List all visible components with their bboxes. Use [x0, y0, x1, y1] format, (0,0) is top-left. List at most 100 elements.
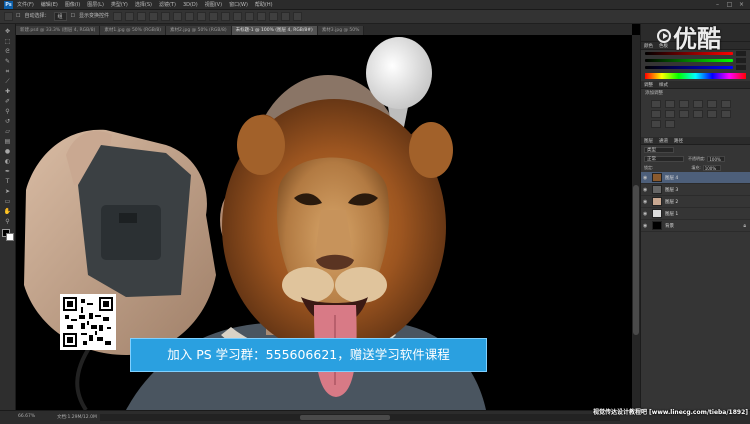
- quick-select-tool-icon[interactable]: ✎: [3, 58, 13, 65]
- marquee-tool-icon[interactable]: ⬚: [3, 38, 13, 45]
- align-middle-icon[interactable]: [125, 12, 135, 21]
- photo-filter-icon[interactable]: [679, 110, 689, 118]
- menu-edit[interactable]: 编辑(E): [41, 1, 58, 8]
- channel-mixer-icon[interactable]: [693, 110, 703, 118]
- black-white-icon[interactable]: [665, 110, 675, 118]
- distribute-right-icon[interactable]: [245, 12, 255, 21]
- blend-mode-select[interactable]: 正常: [644, 155, 684, 162]
- eye-icon[interactable]: ◉: [643, 211, 649, 217]
- layer-kind-filter[interactable]: 类型: [644, 146, 674, 153]
- layer-row[interactable]: ◉ 图层 4: [641, 172, 750, 184]
- hand-tool-icon[interactable]: ✋: [3, 208, 13, 215]
- 3d-mode-icon[interactable]: [269, 12, 279, 21]
- blur-tool-icon[interactable]: ●: [3, 148, 13, 155]
- vertical-scroll-thumb[interactable]: [633, 185, 639, 335]
- exposure-icon[interactable]: [693, 100, 703, 108]
- menu-image[interactable]: 图像(I): [65, 1, 80, 8]
- 3d-rotate-icon[interactable]: [281, 12, 291, 21]
- crop-tool-icon[interactable]: ⌗: [3, 68, 13, 75]
- brightness-contrast-icon[interactable]: [651, 100, 661, 108]
- layer-row[interactable]: ◉ 图层 1: [641, 208, 750, 220]
- posterize-icon[interactable]: [721, 110, 731, 118]
- color-spectrum-bar[interactable]: [645, 73, 746, 79]
- distribute-left-icon[interactable]: [221, 12, 231, 21]
- menu-file[interactable]: 文件(F): [17, 1, 34, 8]
- tab-document-2[interactable]: 素材1.jpg @ 50% (RGB/8): [100, 26, 166, 35]
- align-bottom-icon[interactable]: [137, 12, 147, 21]
- close-button[interactable]: ×: [737, 1, 746, 9]
- type-tool-icon[interactable]: T: [3, 178, 13, 185]
- levels-icon[interactable]: [665, 100, 675, 108]
- eyedropper-tool-icon[interactable]: ⟋: [3, 78, 13, 85]
- tab-layers[interactable]: 图层: [644, 138, 653, 144]
- menu-type[interactable]: 类型(Y): [111, 1, 128, 8]
- tab-document-active[interactable]: 未标题-1 @ 100% (图层 4, RGB/8#): [231, 26, 318, 35]
- tab-document-3[interactable]: 素材2.jpg @ 50% (RGB/8): [165, 26, 232, 35]
- distribute-top-icon[interactable]: [185, 12, 195, 21]
- tab-document-1[interactable]: 新建.psd @ 33.3% (图层 4, RGB/8): [16, 26, 101, 35]
- align-top-icon[interactable]: [113, 12, 123, 21]
- green-slider[interactable]: [641, 57, 750, 64]
- tab-color[interactable]: 颜色: [644, 43, 653, 49]
- menu-3d[interactable]: 3D(D): [183, 2, 198, 8]
- threshold-icon[interactable]: [651, 120, 661, 128]
- auto-select-checkbox[interactable]: ☐: [16, 12, 20, 21]
- dodge-tool-icon[interactable]: ◐: [3, 158, 13, 165]
- blue-slider[interactable]: [641, 64, 750, 71]
- zoom-tool-icon[interactable]: ⚲: [3, 218, 13, 225]
- vibrance-icon[interactable]: [707, 100, 717, 108]
- distribute-bottom-icon[interactable]: [209, 12, 219, 21]
- auto-select-dropdown[interactable]: 组: [53, 12, 67, 21]
- shape-tool-icon[interactable]: ▭: [3, 198, 13, 205]
- minimize-button[interactable]: –: [713, 1, 722, 9]
- tab-adjustments[interactable]: 调整: [644, 82, 653, 88]
- lasso-tool-icon[interactable]: ᘓ: [3, 48, 13, 55]
- move-tool-icon[interactable]: ✥: [3, 28, 13, 35]
- opacity-input[interactable]: 100%: [707, 155, 726, 162]
- move-tool-preset-icon[interactable]: [4, 12, 13, 21]
- align-right-icon[interactable]: [173, 12, 183, 21]
- vertical-scrollbar[interactable]: [632, 35, 640, 410]
- healing-brush-tool-icon[interactable]: ✚: [3, 88, 13, 95]
- menu-select[interactable]: 选择(S): [135, 1, 152, 8]
- layer-row[interactable]: ◉ 背景 🔒︎: [641, 220, 750, 232]
- invert-icon[interactable]: [707, 110, 717, 118]
- menu-view[interactable]: 视图(V): [205, 1, 222, 8]
- clone-stamp-tool-icon[interactable]: ⚲: [3, 108, 13, 115]
- color-balance-icon[interactable]: [651, 110, 661, 118]
- eye-icon[interactable]: ◉: [643, 199, 649, 205]
- color-swatches[interactable]: [1, 229, 14, 241]
- background-color-swatch[interactable]: [5, 233, 14, 241]
- zoom-level[interactable]: 66.67%: [18, 414, 35, 419]
- menu-help[interactable]: 帮助(H): [255, 1, 273, 8]
- align-left-icon[interactable]: [149, 12, 159, 21]
- menu-filter[interactable]: 滤镜(T): [159, 1, 176, 8]
- fill-input[interactable]: 100%: [702, 164, 721, 171]
- 3d-pan-icon[interactable]: [293, 12, 303, 21]
- auto-align-icon[interactable]: [257, 12, 267, 21]
- pen-tool-icon[interactable]: ✒: [3, 168, 13, 175]
- tab-styles[interactable]: 样式: [659, 82, 668, 88]
- align-center-icon[interactable]: [161, 12, 171, 21]
- eye-icon[interactable]: ◉: [643, 187, 649, 193]
- path-select-tool-icon[interactable]: ➤: [3, 188, 13, 195]
- tab-channels[interactable]: 通道: [659, 138, 668, 144]
- menu-layer[interactable]: 图层(L): [87, 1, 104, 8]
- history-brush-tool-icon[interactable]: ↺: [3, 118, 13, 125]
- tab-document-5[interactable]: 素材3.jpg @ 50%: [317, 26, 365, 35]
- gradient-tool-icon[interactable]: ▤: [3, 138, 13, 145]
- distribute-center-icon[interactable]: [233, 12, 243, 21]
- maximize-button[interactable]: □: [725, 1, 734, 9]
- gradient-map-icon[interactable]: [665, 120, 675, 128]
- layer-row[interactable]: ◉ 图层 3: [641, 184, 750, 196]
- eraser-tool-icon[interactable]: ▱: [3, 128, 13, 135]
- horizontal-scroll-thumb[interactable]: [300, 415, 390, 420]
- distribute-middle-icon[interactable]: [197, 12, 207, 21]
- layer-row[interactable]: ◉ 图层 2: [641, 196, 750, 208]
- eye-icon[interactable]: ◉: [643, 223, 649, 229]
- menu-window[interactable]: 窗口(W): [229, 1, 248, 8]
- curves-icon[interactable]: [679, 100, 689, 108]
- tab-paths[interactable]: 路径: [674, 138, 683, 144]
- eye-icon[interactable]: ◉: [643, 175, 649, 181]
- brush-tool-icon[interactable]: ✐: [3, 98, 13, 105]
